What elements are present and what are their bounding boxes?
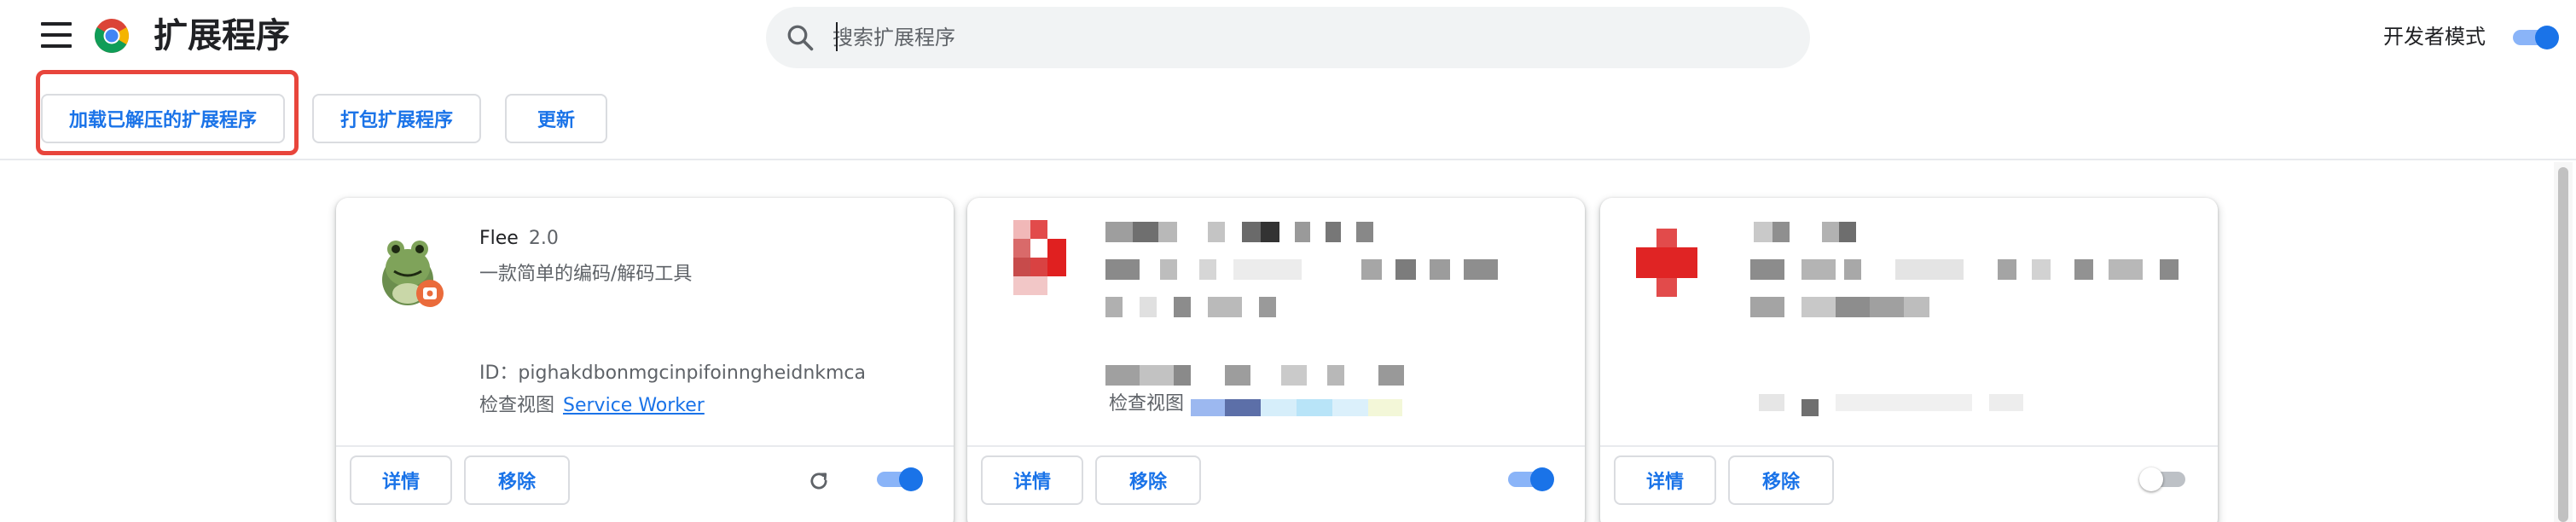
extension-card: 检查视图 详情 移除: [967, 198, 1585, 522]
redacted-description: [1750, 259, 2211, 281]
scrollbar-thumb[interactable]: [2558, 167, 2568, 522]
extension-card: 详情 移除: [1600, 198, 2218, 522]
search-input[interactable]: [833, 14, 1771, 61]
header-divider: [0, 159, 2576, 160]
card-divider: [1600, 445, 2218, 447]
dev-mode-label: 开发者模式: [2383, 25, 2486, 49]
redacted-id: [1750, 394, 2092, 416]
redacted-description-line2: [1105, 297, 1361, 319]
redacted-description: [1105, 259, 1583, 281]
chrome-logo-icon: [95, 19, 129, 53]
details-button[interactable]: 详情: [1614, 455, 1716, 505]
redacted-description-line2: [1750, 297, 2023, 319]
extensions-page: 扩展程序 开发者模式 加载已解压的扩展程序 打包扩展程序 更新: [0, 0, 2576, 522]
redacted-name: [1754, 222, 1976, 244]
menu-icon[interactable]: [41, 22, 72, 48]
search-icon: [787, 25, 814, 51]
details-button[interactable]: 详情: [350, 455, 452, 505]
inspect-views-label: 检查视图: [479, 395, 555, 416]
enable-toggle[interactable]: [2139, 464, 2187, 495]
red-square-icon: [1013, 220, 1075, 297]
inspect-views-label: 检查视图: [1109, 393, 1185, 415]
card-divider: [967, 445, 1585, 447]
card-divider: [336, 445, 954, 447]
details-button[interactable]: 详情: [981, 455, 1083, 505]
red-cross-icon: [1636, 229, 1697, 299]
enable-toggle[interactable]: [1506, 464, 1554, 495]
pack-extension-button[interactable]: 打包扩展程序: [312, 94, 481, 143]
dev-mode-toggle[interactable]: [2511, 22, 2559, 53]
extension-card: Flee 2.0 一款简单的编码/解码工具 ID：pighakdbonmgcinp…: [336, 198, 954, 522]
enable-toggle[interactable]: [875, 464, 923, 495]
remove-button[interactable]: 移除: [1728, 455, 1834, 505]
extension-description: 一款简单的编码/解码工具: [479, 264, 693, 285]
update-button[interactable]: 更新: [505, 94, 607, 143]
extension-name-row: Flee 2.0: [479, 223, 559, 254]
redacted-id: [1105, 365, 1515, 387]
extension-name: Flee: [479, 228, 519, 249]
service-worker-link[interactable]: Service Worker: [563, 395, 705, 416]
redacted-name: [1105, 222, 1413, 244]
remove-button[interactable]: 移除: [464, 455, 570, 505]
text-cursor: [836, 22, 838, 51]
page-title: 扩展程序: [154, 16, 290, 55]
extension-version: 2.0: [528, 228, 559, 249]
inspect-views-row: 检查视图 Service Worker: [479, 391, 705, 421]
redacted-inspect-link: [1191, 399, 1430, 416]
reload-icon[interactable]: [807, 469, 831, 493]
extension-id: ID：pighakdbonmgcinpifoinngheidnkmca: [479, 362, 867, 384]
frog-extension-icon: [382, 241, 444, 307]
remove-button[interactable]: 移除: [1095, 455, 1201, 505]
highlight-box: [36, 70, 299, 155]
